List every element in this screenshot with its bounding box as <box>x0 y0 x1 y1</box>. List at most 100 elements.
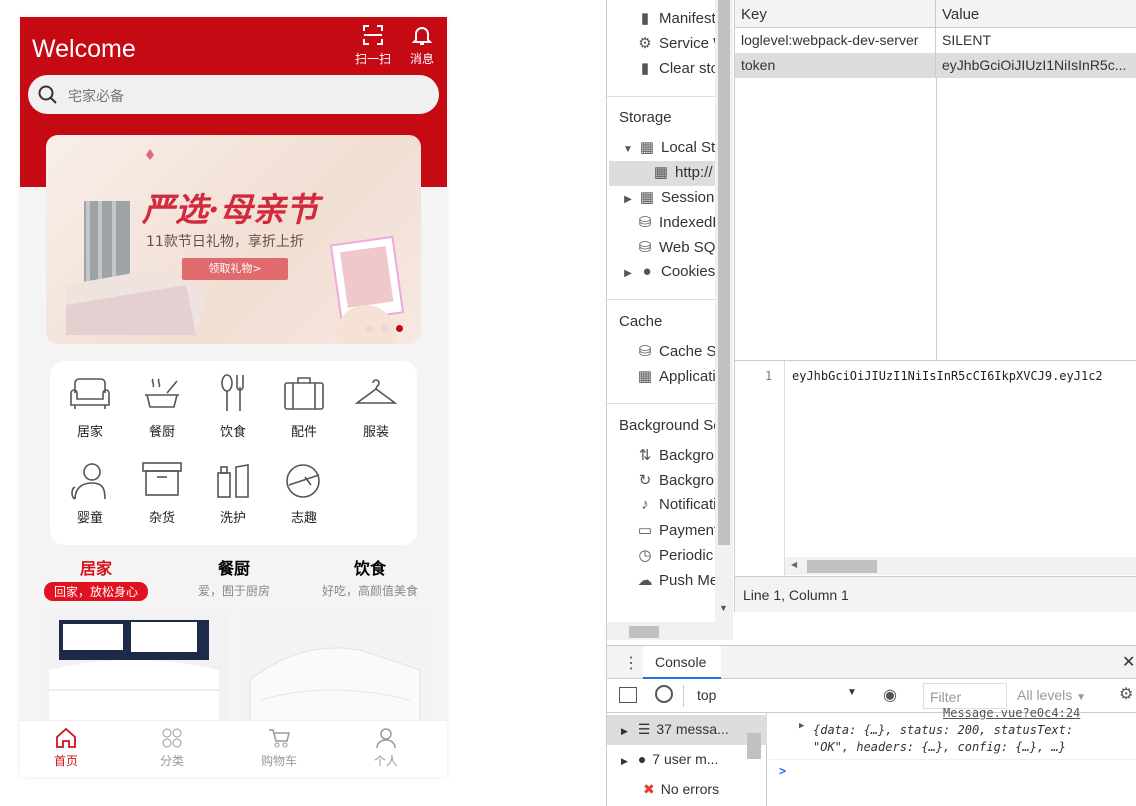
application-sidebar: ▮ Manifest ⚙ Service Workers ▮ Clear storag… <box>607 0 715 640</box>
category-label: 服装 <box>362 425 389 440</box>
sidebar-item-label: Cache Storage <box>659 343 715 360</box>
carousel-dot[interactable] <box>381 325 388 332</box>
close-drawer-icon[interactable]: ✕ <box>1122 652 1135 672</box>
scrollbar-thumb[interactable] <box>807 560 877 573</box>
expand-arrow-icon: ▶ <box>621 726 628 736</box>
sidebar-item-localhost[interactable]: ▦ http:// <box>653 163 713 185</box>
sidebar-item-local-storage[interactable]: ▼ ▦ Local Storage <box>623 138 715 160</box>
scroll-down-arrow-icon[interactable]: ▼ <box>719 603 728 613</box>
table-cell-key[interactable]: loglevel:webpack-dev-server <box>735 28 936 53</box>
settings-gear-icon[interactable]: ⚙ <box>1119 684 1133 704</box>
sidebar-item-background-sync[interactable]: ↻ Background Sync <box>637 471 715 493</box>
category-clothing[interactable]: 服装 <box>348 373 404 440</box>
sidebar-item-background-fetch[interactable]: ⇅ Background Fetch <box>637 446 715 468</box>
section-cache: Cache <box>619 313 663 330</box>
search-input[interactable]: 宅家必备 <box>28 75 439 114</box>
tabbar-profile[interactable]: 个人 <box>356 727 416 769</box>
sidebar-item-session-storage[interactable]: ▶ ▦ Session Storage <box>623 188 715 210</box>
expand-arrow-icon: ▶ <box>621 756 628 766</box>
sidebar-vertical-scrollbar[interactable]: ▼ <box>715 0 733 640</box>
cloud-icon: ☁ <box>637 572 653 589</box>
scrollbar-thumb[interactable] <box>747 733 761 759</box>
table-cell-value[interactable]: eyJhbGciOiJIUzI1NiIsInR5c... <box>936 53 1136 78</box>
console-prompt[interactable]: > <box>779 764 786 778</box>
sidebar-item-notifications[interactable]: ♪ Notifications <box>637 496 715 518</box>
sidebar-item-label: Cookies <box>661 263 715 280</box>
category-kitchen[interactable]: 餐厨 <box>134 373 190 440</box>
tabbar-home[interactable]: 首页 <box>36 727 96 769</box>
sidebar-item-cache-storage[interactable]: ⛁ Cache Storage <box>637 342 715 364</box>
table-cell-key[interactable]: token <box>735 53 936 78</box>
log-line[interactable]: {data: {…}, status: 200, statusText: <box>813 723 1073 737</box>
category-sundries[interactable]: 杂货 <box>134 459 190 526</box>
sidebar-toggle-icon[interactable] <box>619 687 637 703</box>
sidebar-item-service-workers[interactable]: ⚙ Service Workers <box>637 34 715 56</box>
database-icon: ⛁ <box>638 239 652 256</box>
editor-horizontal-scrollbar[interactable]: ◀ <box>785 557 1136 575</box>
section-storage: Storage <box>619 109 672 126</box>
arrows-updown-icon: ⇅ <box>638 447 652 464</box>
category-label: 洗护 <box>219 511 246 526</box>
sidebar-item-label: Background Sync <box>659 472 715 489</box>
horizontal-scrollbar[interactable] <box>607 622 715 640</box>
category-home[interactable]: 居家 <box>62 373 118 440</box>
messages-label: 消息 <box>409 52 434 66</box>
category-care[interactable]: 洗护 <box>205 459 261 526</box>
tab-home[interactable]: 居家 回家，放松身心 <box>28 555 164 601</box>
value-editor[interactable]: 1 eyJhbGciOiJIUzI1NiIsInR5cCI6IkpXVCJ9.e… <box>734 360 1136 577</box>
carousel-dot[interactable] <box>366 325 373 332</box>
category-label: 居家 <box>76 425 103 440</box>
expand-arrow-icon[interactable]: ▶ <box>799 721 804 731</box>
category-label: 饮食 <box>219 425 246 440</box>
mobile-app-preview: Welcome 扫一扫 消息 宅家必备 严选·母亲节 11款节日礼物，享折上折 … <box>20 17 447 777</box>
category-hobbies[interactable]: 志趣 <box>276 459 332 526</box>
console-filter-user[interactable]: ▶ ● 7 user m... <box>607 745 767 775</box>
clear-console-icon[interactable] <box>655 685 673 703</box>
scrollbar-thumb[interactable] <box>629 626 659 638</box>
user-icon <box>376 728 396 749</box>
context-selector[interactable]: top ▼ <box>697 687 857 703</box>
sidebar-item-cookies[interactable]: ▶ ● Cookies <box>623 263 715 285</box>
sidebar-item-application-cache[interactable]: ▦ Application Cache <box>637 367 715 389</box>
tab-food[interactable]: 饮食 好吃，高颜值美食 <box>302 555 438 599</box>
tabbar-cart[interactable]: 购物车 <box>249 727 309 769</box>
sidebar-item-manifest[interactable]: ▮ Manifest <box>637 9 715 31</box>
category-food[interactable]: 饮食 <box>205 373 261 440</box>
category-baby[interactable]: 婴童 <box>62 459 118 526</box>
log-line[interactable]: "OK", headers: {…}, config: {…}, …} <box>813 740 1066 754</box>
sidebar-item-push-messaging[interactable]: ☁ Push Messaging <box>637 571 716 593</box>
filter-label: No errors <box>660 781 720 797</box>
scrollbar-thumb[interactable] <box>718 0 730 545</box>
console-messages: Message.vue?e0c4:24 ▶ {data: {…}, status… <box>769 706 1136 806</box>
tab-kitchen[interactable]: 餐厨 爱，囿于厨房 <box>166 555 302 599</box>
column-header-key[interactable]: Key <box>735 0 936 28</box>
messages-button[interactable]: 消息 <box>400 23 444 67</box>
editor-content[interactable]: eyJhbGciOiJIUzI1NiIsInR5cCI6IkpXVCJ9.eyJ… <box>792 369 1136 383</box>
promo-banner[interactable]: 严选·母亲节 11款节日礼物，享折上折 领取礼物> <box>46 135 421 344</box>
console-filter-errors[interactable]: ✖ No errors <box>607 775 767 805</box>
scroll-left-arrow-icon[interactable]: ◀ <box>791 560 797 569</box>
tabbar-category[interactable]: 分类 <box>142 727 202 769</box>
category-accessories[interactable]: 配件 <box>276 373 332 440</box>
sidebar-item-periodic-sync[interactable]: ◷ Periodic Background Sync <box>637 546 715 568</box>
sidebar-item-websql[interactable]: ⛁ Web SQL <box>637 238 715 260</box>
source-link[interactable]: Message.vue?e0c4:24 <box>943 706 1080 720</box>
carousel-dot-active[interactable] <box>396 325 403 332</box>
log-levels-dropdown[interactable]: All levels ▼ <box>1017 687 1086 703</box>
table-cell-value[interactable]: SILENT <box>936 28 1136 53</box>
context-value: top <box>697 687 717 703</box>
console-filter-messages[interactable]: ▶ ☰ 37 messa... <box>607 715 767 745</box>
tab-subtitle: 回家，放松身心 <box>43 582 148 601</box>
tabbar-label: 个人 <box>373 754 398 768</box>
more-options-icon[interactable]: ⋮ <box>623 653 639 673</box>
sidebar-item-clear-storage[interactable]: ▮ Clear storage <box>637 59 715 81</box>
eye-icon[interactable]: ◉ <box>883 685 897 705</box>
gear-icon: ⚙ <box>638 35 652 52</box>
banner-cta-button[interactable]: 领取礼物> <box>182 258 288 280</box>
sidebar-item-indexeddb[interactable]: ⛁ IndexedDB <box>637 213 715 235</box>
scan-button[interactable]: 扫一扫 <box>351 23 395 67</box>
trash-icon: ▮ <box>640 60 650 77</box>
sidebar-item-payment-handler[interactable]: ▭ Payment Handler <box>637 521 715 543</box>
column-header-value[interactable]: Value <box>936 0 1136 28</box>
tab-console[interactable]: Console <box>643 646 721 679</box>
